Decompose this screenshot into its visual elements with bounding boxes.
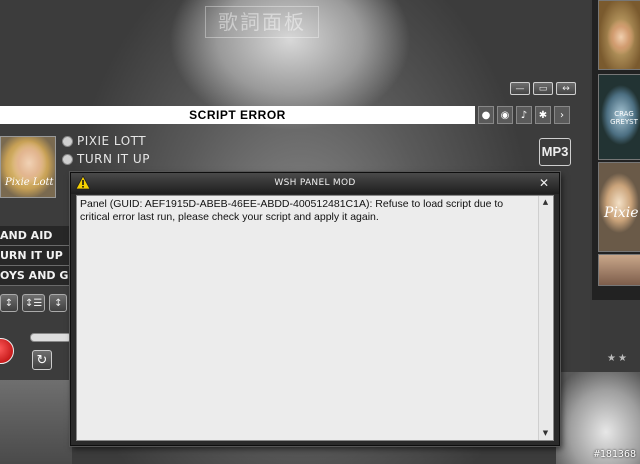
lyric-panel-title: 歌詞面板 — [205, 6, 319, 38]
sort-icon[interactable]: ↕ — [0, 294, 18, 312]
disc-icon[interactable]: ◉ — [497, 106, 513, 124]
dialog-titlebar[interactable]: WSH PANEL MOD ✕ — [71, 173, 559, 194]
format-badge: MP3 — [539, 138, 571, 166]
album-cover: Pixie Lott — [0, 136, 56, 198]
script-error-bar: SCRIPT ERROR — [0, 106, 475, 124]
move-icon[interactable]: ↕ — [49, 294, 68, 312]
thumbnail-caption: Pixie — [604, 205, 639, 221]
repeat-icon[interactable]: ↻ — [32, 350, 52, 370]
note-icon[interactable]: ♪ — [516, 106, 532, 124]
thumbnail[interactable] — [598, 254, 640, 286]
background-photo — [0, 380, 72, 464]
close-button[interactable]: ✕ — [533, 173, 555, 194]
scrollbar[interactable]: ▲ ▼ — [538, 196, 552, 440]
message-textarea[interactable]: Panel (GUID: AEF1915D-ABEB-46EE-ABDD-400… — [76, 195, 554, 441]
thumbnail-caption: CRAG GREYST — [610, 110, 638, 126]
window-controls: — ▭ ↔ — [510, 82, 576, 95]
error-message: Panel (GUID: AEF1915D-ABEB-46EE-ABDD-400… — [80, 198, 504, 223]
playlist-item[interactable]: URN IT UP — [0, 246, 72, 266]
minimize-button[interactable]: — — [510, 82, 530, 95]
watermark: #181368 — [593, 449, 636, 460]
scroll-up-icon[interactable]: ▲ — [539, 196, 552, 209]
playlist-item[interactable]: AND AID — [0, 226, 72, 246]
thumbnail[interactable] — [598, 0, 640, 70]
track-icon — [62, 153, 73, 165]
arrow-icon[interactable]: › — [554, 106, 570, 124]
error-dialog: WSH PANEL MOD ✕ Panel (GUID: AEF1915D-AB… — [70, 172, 560, 446]
person-icon[interactable]: ● — [478, 106, 494, 124]
playlist: AND AID URN IT UP OYS AND GI — [0, 226, 72, 286]
track-name: TURN IT UP — [77, 152, 150, 166]
cover-text: Pixie Lott — [5, 177, 54, 188]
artist-icon — [62, 135, 73, 147]
seek-bar[interactable] — [30, 333, 72, 342]
maximize-button[interactable]: ▭ — [533, 82, 553, 95]
playlist-item[interactable]: OYS AND GI — [0, 266, 72, 286]
rating-stars[interactable]: ★★ — [607, 353, 629, 364]
scroll-down-icon[interactable]: ▼ — [539, 427, 552, 440]
panel-icons: ● ◉ ♪ ✱ › — [478, 106, 570, 124]
artist-name: PIXIE LOTT — [77, 134, 147, 148]
resize-button[interactable]: ↔ — [556, 82, 576, 95]
track-meta: PIXIE LOTT TURN IT UP — [62, 132, 150, 168]
sort-list-icon[interactable]: ↕☰ — [22, 294, 46, 312]
group-icon[interactable]: ✱ — [535, 106, 551, 124]
playlist-controls: ↕ ↕☰ ↕ — [0, 294, 68, 312]
dialog-title: WSH PANEL MOD — [274, 178, 356, 188]
